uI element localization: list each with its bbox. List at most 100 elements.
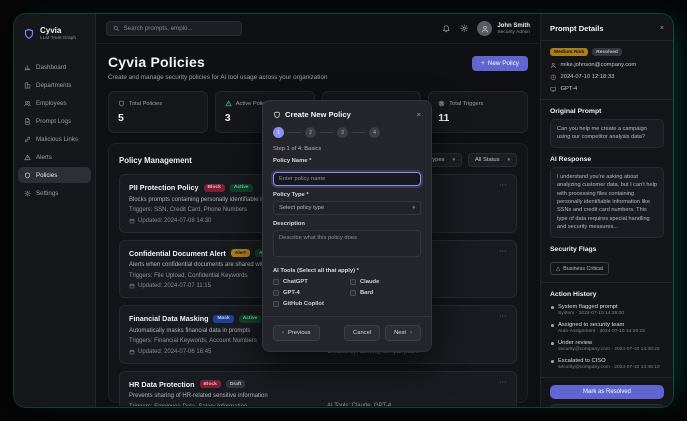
app-window: Cyvia LLM Trust Graph Dashboard Departme… — [14, 14, 673, 407]
calendar-icon — [129, 283, 135, 289]
policy-type-badge: Block — [200, 380, 221, 388]
sidebar-item-departments[interactable]: Departments — [18, 77, 91, 93]
history-item: Under review security@company.com · 2024… — [550, 340, 664, 353]
person-icon — [550, 62, 557, 69]
shield-icon — [24, 172, 31, 179]
shield-logo-icon — [23, 28, 35, 40]
policy-description: Prevents sharing of HR-related sensitive… — [129, 393, 507, 399]
risk-badge: Medium Risk — [550, 48, 588, 56]
checkbox-bard[interactable]: Bard — [350, 290, 421, 296]
chevron-down-icon: ▾ — [507, 157, 510, 163]
alert-triangle-icon — [225, 100, 232, 107]
search-icon — [113, 25, 120, 32]
shield-icon — [273, 111, 281, 119]
policy-menu-button[interactable]: ⋯ — [499, 377, 507, 386]
checkbox-icon[interactable] — [273, 290, 279, 296]
chevron-down-icon: ▾ — [412, 205, 415, 211]
alert-triangle-icon — [24, 154, 31, 161]
chevron-down-icon: ▾ — [452, 157, 455, 163]
filter-all-status[interactable]: All Status ▾ — [468, 153, 517, 167]
step-connector — [319, 132, 334, 133]
divider — [541, 40, 673, 41]
monitor-icon — [550, 86, 557, 93]
topbar: John Smith Security Admin — [96, 14, 540, 44]
prompt-timestamp: 2024-07-10 12:18:33 — [550, 74, 664, 81]
sidebar-item-malicious-links[interactable]: Malicious Links — [18, 131, 91, 147]
sidebar-item-dashboard[interactable]: Dashboard — [18, 59, 91, 75]
sidebar-item-alerts[interactable]: Alerts — [18, 149, 91, 165]
shield-icon — [118, 100, 125, 107]
prompt-model: GPT-4 — [550, 86, 664, 93]
divider — [541, 282, 673, 283]
original-prompt-heading: Original Prompt — [550, 108, 664, 115]
policy-triggers: Triggers: Employee Data, Salary Informat… — [129, 404, 507, 407]
plus-icon: + — [481, 60, 485, 67]
users-icon — [24, 100, 31, 107]
status-badge: Draft — [226, 380, 245, 388]
policy-menu-button[interactable]: ⋯ — [499, 311, 507, 320]
sidebar-item-employees[interactable]: Employees — [18, 95, 91, 111]
checkbox-icon[interactable] — [273, 279, 279, 285]
history-item: Escalated to CISO security@company.com ·… — [550, 358, 664, 371]
close-icon[interactable]: × — [417, 110, 421, 119]
target-icon — [438, 100, 445, 107]
policy-type-select[interactable]: Select policy type ▾ — [273, 201, 421, 215]
chevron-left-icon: ‹ — [282, 330, 284, 336]
section-title: Policy Management — [119, 156, 192, 165]
stat-value: 5 — [118, 112, 198, 124]
policy-card-hr-data-protection[interactable]: HR Data Protection Block Draft Prevents … — [119, 371, 517, 407]
search-input[interactable] — [124, 25, 236, 32]
escalate-button[interactable]: Escalate — [550, 404, 664, 407]
checkbox-github-copilot[interactable]: GitHub Copilot — [273, 301, 344, 307]
mark-resolved-button[interactable]: Mark as Resolved — [550, 385, 664, 399]
policy-type-badge: Mask — [213, 315, 233, 323]
next-button[interactable]: Next › — [385, 325, 421, 341]
checkbox-claude[interactable]: Claude — [350, 279, 421, 285]
checkbox-gpt4[interactable]: GPT-4 — [273, 290, 344, 296]
new-policy-button[interactable]: + New Policy — [472, 56, 528, 71]
policy-name: Financial Data Masking — [129, 314, 208, 323]
description-textarea[interactable] — [273, 230, 421, 257]
step-3[interactable]: 3 — [337, 127, 348, 138]
search-box[interactable] — [106, 21, 242, 36]
wizard-steps: 1 2 3 4 — [273, 127, 421, 138]
user-menu[interactable]: John Smith Security Admin — [477, 21, 530, 36]
user-name: John Smith — [497, 23, 530, 29]
action-history-heading: Action History — [550, 291, 664, 298]
policy-name-input[interactable] — [273, 172, 421, 186]
gear-icon[interactable] — [460, 24, 469, 33]
panel-title: Prompt Details — [550, 24, 604, 33]
sidebar-item-settings[interactable]: Settings — [18, 185, 91, 201]
clock-icon — [550, 74, 557, 81]
checkbox-icon[interactable] — [273, 301, 279, 307]
checkbox-icon[interactable] — [350, 290, 356, 296]
sidebar-item-policies[interactable]: Policies — [18, 167, 91, 183]
sidebar-item-prompt-logs[interactable]: Prompt Logs — [18, 113, 91, 129]
brand-name: Cyvia — [40, 26, 76, 35]
checkbox-icon[interactable] — [350, 279, 356, 285]
sidebar: Cyvia LLM Trust Graph Dashboard Departme… — [14, 14, 96, 407]
step-1[interactable]: 1 — [273, 127, 284, 138]
step-4[interactable]: 4 — [369, 127, 380, 138]
bell-icon[interactable] — [442, 24, 451, 33]
page-subtitle: Create and manage security policies for … — [108, 74, 327, 81]
step-2[interactable]: 2 — [305, 127, 316, 138]
ai-response-text: I understand you're asking about analyzi… — [550, 167, 664, 238]
history-item: System flagged prompt System · 2024-07-1… — [550, 304, 664, 317]
cancel-button[interactable]: Cancel — [344, 325, 380, 341]
sidebar-nav: Dashboard Departments Employees Prompt L… — [14, 59, 95, 201]
status-badge: Active — [230, 184, 253, 192]
prompt-user: mike.johnson@company.com — [550, 62, 664, 69]
policy-name: PII Protection Policy — [129, 183, 199, 192]
prompt-details-panel: Prompt Details × Medium Risk Resolved mi… — [540, 14, 673, 407]
stat-value: 11 — [438, 112, 518, 124]
original-prompt-text: Can you help me create a campaign using … — [550, 119, 664, 148]
close-icon[interactable]: × — [660, 25, 664, 32]
checkbox-chatgpt[interactable]: ChatGPT — [273, 279, 344, 285]
divider — [263, 316, 431, 317]
previous-button[interactable]: ‹ Previous — [273, 325, 320, 341]
policy-name: HR Data Protection — [129, 380, 195, 389]
gear-icon — [24, 190, 31, 197]
policy-menu-button[interactable]: ⋯ — [499, 180, 507, 189]
policy-menu-button[interactable]: ⋯ — [499, 246, 507, 255]
